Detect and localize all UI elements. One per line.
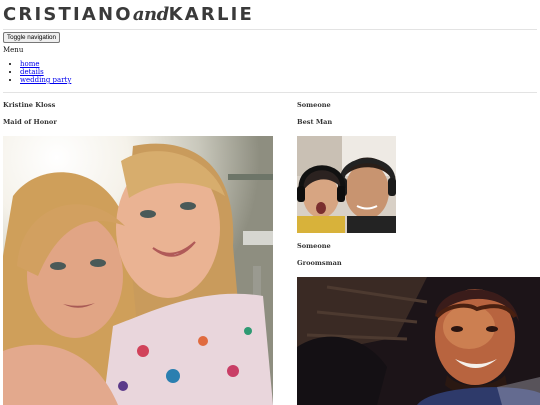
boy-and-man-with-headphones-image [297,136,396,233]
menu-label: Menu [3,46,24,54]
brand-and: and [132,4,169,25]
site-brand-logo[interactable]: CRISTIANOandKARLIE [3,4,254,26]
nav-link-details[interactable]: details [20,68,44,76]
party-member-photo [3,136,273,405]
nav-link-wedding-party[interactable]: wedding party [20,76,71,84]
nav-divider [3,92,537,93]
selfie-two-women-image [3,136,273,405]
party-member-role: Groomsman [297,259,342,267]
toggle-navigation-button[interactable]: Toggle navigation [3,32,61,43]
party-member-photo [297,136,396,233]
main-nav-list: home details wedding party [8,60,71,84]
brand-first-name: CRISTIANO [3,4,133,25]
brand-second-name: KARLIE [168,4,255,25]
party-member-name: Kristine Kloss [3,101,56,109]
nav-item-details: details [20,68,71,76]
party-member-role: Maid of Honor [3,118,57,126]
party-member-name: Someone [297,242,331,250]
nav-item-wedding-party: wedding party [20,76,71,84]
party-member-photo [297,277,540,405]
nav-link-home[interactable]: home [20,60,40,68]
smiling-man-night-selfie-image [297,277,540,405]
header-divider [3,29,537,30]
party-member-role: Best Man [297,118,333,126]
nav-item-home: home [20,60,71,68]
party-member-name: Someone [297,101,331,109]
